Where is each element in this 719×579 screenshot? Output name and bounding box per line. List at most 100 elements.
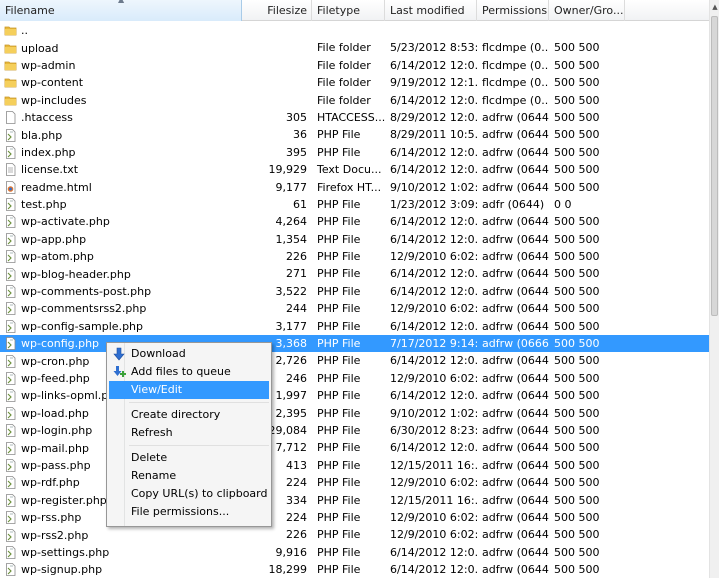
file-row[interactable]: wp-content File folder 9/19/2012 12:1... fl… [0,74,709,91]
scroll-up-arrow-icon[interactable]: ▲ [710,0,719,14]
menu-item-view-edit[interactable]: View/Edit [109,381,269,399]
file-modified: 6/14/2012 12:0... [390,284,477,298]
row-filler [625,179,709,196]
file-owner: 500 500 [554,232,600,246]
menu-item-copy-url-s-to-clipboard[interactable]: Copy URL(s) to clipboard [109,485,269,503]
menu-item-rename[interactable]: Rename [109,467,269,485]
column-header-permissions[interactable]: Permissions [477,0,549,21]
row-filler [625,39,709,56]
file-name: wp-login.php [21,424,93,438]
row-filler [625,335,709,352]
menu-item-download[interactable]: Download [109,345,269,363]
row-filler [625,387,709,404]
file-row[interactable]: wp-config-sample.php 3,177 PHP File 6/14/20… [0,318,709,335]
file-icon [4,111,17,125]
row-filler [625,405,709,422]
file-row[interactable]: wp-blog-header.php 271 PHP File 6/14/2012 1… [0,265,709,282]
file-permissions: adfrw (0644) [482,406,549,420]
file-owner: 500 500 [554,215,600,229]
file-type: File folder [317,41,371,55]
file-modified: 6/14/2012 12:0... [390,93,477,107]
file-name-cell: wp-includes [0,92,242,109]
file-type: PHP File [317,510,361,524]
file-row[interactable]: wp-admin File folder 6/14/2012 12:0... flcd… [0,57,709,74]
file-row[interactable]: bla.php 36 PHP File 8/29/2011 10:5... adfrw … [0,126,709,143]
row-filler [625,352,709,369]
row-filler [625,92,709,109]
scrollbar-thumb[interactable] [711,16,718,316]
file-type: File folder [317,76,371,90]
file-size [242,74,312,91]
row-filler [625,213,709,230]
file-name: wp-rdf.php [21,476,80,490]
file-row[interactable]: index.php 395 PHP File 6/14/2012 12:0... adf… [0,144,709,161]
file-owner: 500 500 [554,128,600,142]
file-row[interactable]: wp-signup.php 18,299 PHP File 6/14/2012 12:… [0,561,709,578]
file-row[interactable]: readme.html 9,177 Firefox HT... 9/10/2012 1… [0,179,709,196]
file-permissions: adfrw (0644) [482,284,549,298]
column-header-owner-group[interactable]: Owner/Gro... [549,0,625,21]
file-name-cell: .htaccess [0,109,242,126]
file-row[interactable]: wp-includes File folder 6/14/2012 12:0... f… [0,92,709,109]
row-filler [625,248,709,265]
menu-item-delete[interactable]: Delete [109,449,269,467]
download-arrow-icon [112,347,126,361]
file-name: .htaccess [21,111,73,125]
file-size: 305 [286,110,307,124]
file-name: readme.html [21,180,92,194]
file-row[interactable]: upload File folder 5/23/2012 8:53:... flcdm… [0,39,709,56]
file-modified: 9/10/2012 1:02:... [390,406,477,420]
menu-item-file-permissions[interactable]: File permissions... [109,503,269,521]
file-modified: 12/9/2010 6:02:... [390,528,477,542]
file-name: upload [21,41,59,55]
file-type: PHP File [317,215,361,229]
column-header-filetype[interactable]: Filetype [312,0,385,21]
file-name: wp-content [21,76,84,90]
file-type: PHP File [317,528,361,542]
file-owner: 500 500 [554,458,600,472]
file-row[interactable]: wp-atom.php 226 PHP File 12/9/2010 6:02:...… [0,248,709,265]
file-row[interactable]: license.txt 19,929 Text Docu... 6/14/2012 1… [0,161,709,178]
file-modified: 12/15/2011 16:... [390,458,477,472]
vertical-scrollbar[interactable]: ▲ [709,0,719,578]
file-owner: 500 500 [554,493,600,507]
file-owner: 500 500 [554,563,600,577]
file-row[interactable]: wp-comments-post.php 3,522 PHP File 6/14/20… [0,283,709,300]
row-filler [625,457,709,474]
php-file-icon [4,267,17,281]
php-file-icon [4,459,17,472]
file-modified: 8/29/2011 10:5... [390,128,477,142]
file-row[interactable]: test.php 61 PHP File 1/23/2012 3:09:... adfr… [0,196,709,213]
file-type: PHP File [317,423,361,437]
column-header-filename[interactable]: ▲ Filename [0,0,242,21]
file-name: wp-atom.php [21,250,94,264]
row-filler [625,300,709,317]
file-row[interactable]: wp-activate.php 4,264 PHP File 6/14/2012 12… [0,213,709,230]
file-type: PHP File [317,406,361,420]
file-row[interactable]: .htaccess 305 HTACCESS... 8/29/2012 12:0...… [0,109,709,126]
file-type: PHP File [317,128,361,142]
file-row[interactable]: wp-app.php 1,354 PHP File 6/14/2012 12:0...… [0,231,709,248]
file-row[interactable]: wp-settings.php 9,916 PHP File 6/14/2012 12… [0,544,709,561]
file-size: 271 [286,267,307,281]
folder-icon [4,76,17,89]
menu-item-refresh[interactable]: Refresh [109,424,269,442]
php-file-icon [4,563,17,577]
menu-item-create-directory[interactable]: Create directory [109,406,269,424]
column-header-filesize[interactable]: Filesize [242,0,312,21]
file-type: PHP File [317,563,361,577]
file-name: wp-cron.php [21,354,90,368]
php-file-icon [4,146,17,159]
php-file-icon [4,511,17,525]
file-row[interactable]: wp-rss2.php 226 PHP File 12/9/2010 6:02:...… [0,526,709,543]
file-permissions: adfrw (0644) [482,163,549,177]
row-filler [625,509,709,526]
file-row[interactable]: .. [0,22,709,39]
menu-item-add-files-to-queue[interactable]: Add files to queue [109,363,269,381]
file-row[interactable]: wp-commentsrss2.php 244 PHP File 12/9/2010 … [0,300,709,317]
file-owner: 500 500 [554,476,600,490]
file-owner: 500 500 [554,163,600,177]
file-permissions: adfrw (0644) [482,128,549,142]
column-header-last-modified[interactable]: Last modified [385,0,477,21]
file-modified: 6/14/2012 12:0... [390,319,477,333]
